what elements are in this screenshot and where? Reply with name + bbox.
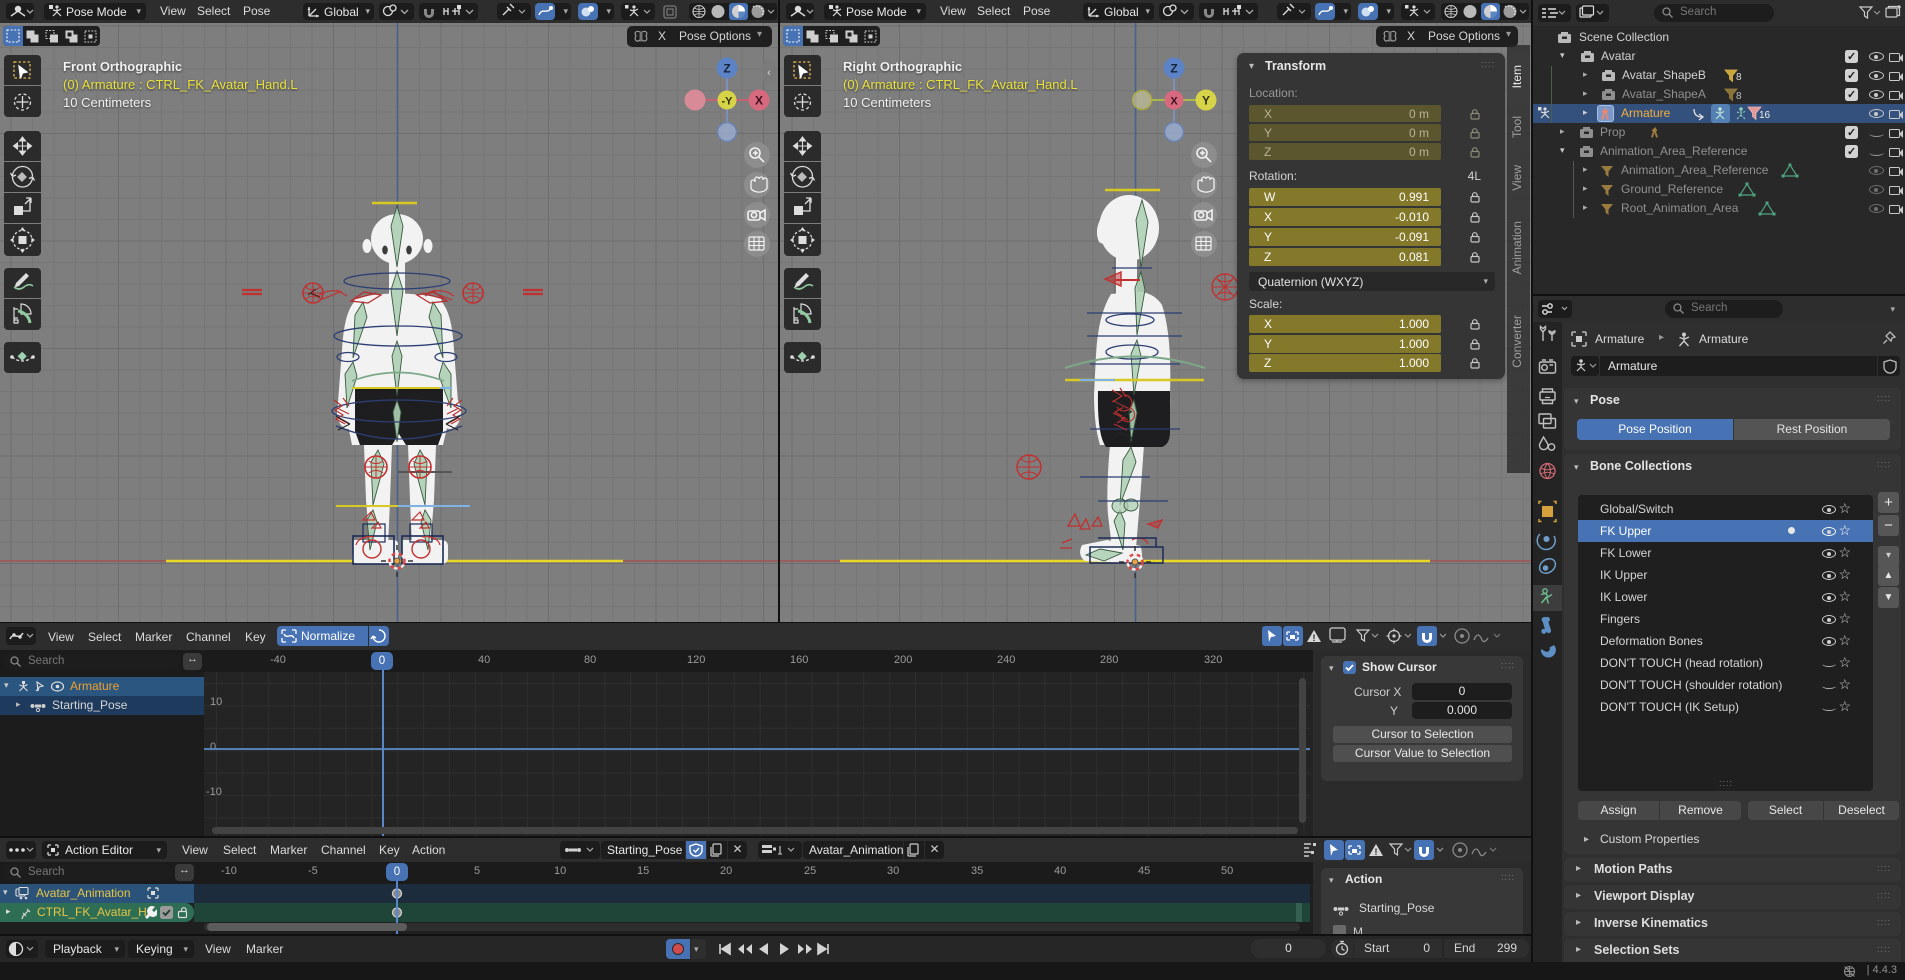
svg-text:-Y: -Y [722, 96, 734, 108]
svg-text:Z: Z [723, 62, 730, 76]
svg-text:X: X [1170, 96, 1178, 108]
svg-text:Y: Y [1202, 94, 1210, 108]
svg-text:X: X [755, 94, 763, 108]
svg-text:!: ! [1375, 847, 1378, 857]
svg-text:Z: Z [1170, 62, 1177, 76]
svg-text:‹: ‹ [767, 67, 771, 79]
svg-text:!: ! [1313, 633, 1316, 643]
